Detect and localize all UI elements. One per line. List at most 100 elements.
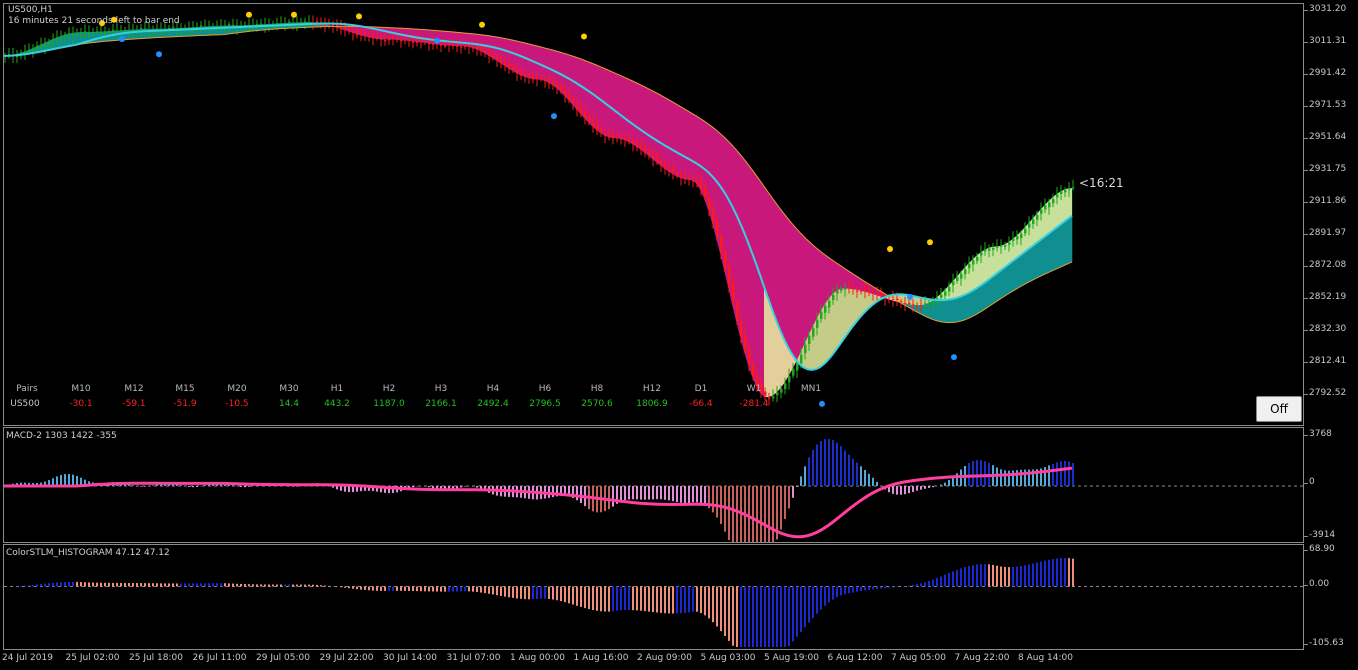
stlm-bar [184,583,186,587]
time-axis[interactable]: 24 Jul 2019 25 Jul 02:00 25 Jul 18:00 26 Ju… [0,650,1358,670]
bear-cloud-segment [759,179,765,398]
stlm-bar [832,586,834,600]
macd-bar [976,460,978,486]
bear-cloud-segment [811,243,817,329]
bear-candle-body [448,44,451,46]
bull-candle-body [1040,209,1043,214]
stlm-bar [836,586,838,598]
stlm-bar [592,586,594,611]
bear-candle-body [868,290,871,292]
stlm-bar [648,586,650,612]
bear-candle-body [352,32,355,34]
stlm-bar [420,586,422,592]
date-tick-label: 7 Aug 05:00 [891,653,946,663]
stlm-bar [608,586,610,612]
stlm-bar [240,583,242,587]
stlm-bar [868,586,870,590]
bull-candle-body [68,33,71,35]
off-button[interactable]: Off [1256,396,1302,422]
macd-bar [660,485,662,500]
price-axis[interactable]: 3031.20 3011.31 2991.42 2971.53 2951.64 2931.… [1303,3,1358,426]
bear-candle-body [388,39,391,41]
stlm-bar [816,586,818,614]
stlm-bar [544,586,546,599]
bear-candle-body [712,209,715,223]
bull-candle-body [44,44,47,47]
bear-candle-body [416,41,419,43]
macd-title: MACD-2 1303 1422 -355 [6,431,117,441]
stlm-bar [536,586,538,600]
tf-header-h3: H3 [434,384,448,394]
macd-pane[interactable]: MACD-2 1303 1422 -355 [3,427,1304,543]
stlm-bar [636,586,638,611]
bull-candle-body [992,248,995,250]
stlm-bar [528,586,530,600]
stlm-axis[interactable]: 68.90 0.00 -105.63 [1303,544,1358,650]
stlm-bar [540,586,542,599]
stlm-bar [276,584,278,587]
macd-bar [1052,463,1054,486]
stlm-bar [484,586,486,594]
macd-bar [860,466,862,486]
stlm-bar [964,567,966,587]
stlm-bar [712,586,714,623]
price-chart-canvas[interactable] [4,4,1304,426]
date-tick-label: 5 Aug 19:00 [764,653,819,663]
bear-candle-body [696,180,699,184]
stlm-bar [792,586,794,642]
bear-candle-body [576,105,579,110]
price-tick-label: 2991.42 [1303,68,1347,78]
macd-bar [640,485,642,500]
stlm-bar [164,583,166,587]
bull-candle-body [80,31,83,33]
macd-bar [64,474,66,486]
macd-bar [684,485,686,504]
macd-bar [580,485,582,504]
bear-candle-body [744,335,747,351]
stlm-bar [984,564,986,587]
macd-bar [728,485,730,541]
macd-bar [552,485,554,498]
price-chart-pane[interactable]: US500,H1 16 minutes 21 seconds left to b… [3,3,1304,426]
macd-bar [872,477,874,486]
bull-candle-body [808,335,811,345]
price-tick-label: 2832.30 [1303,324,1347,334]
price-tick-label: 2931.75 [1303,164,1347,174]
bear-candle-body [704,187,707,197]
macd-bar [920,485,922,490]
bear-candle-body [656,158,659,162]
macd-bar [924,485,926,489]
stlm-bar [244,584,246,587]
bear-candle-body [872,293,875,295]
bull-candle-body [1060,191,1063,194]
macd-bar [748,485,750,542]
stlm-bar [600,586,602,612]
bear-candle-body [376,37,379,39]
stlm-bar [828,586,830,603]
stlm-bar [416,586,418,592]
stlm-pane[interactable]: ColorSTLM_HISTOGRAM 47.12 47.12 [3,544,1304,650]
macd-bar [152,485,154,486]
bull-candle-body [844,288,847,290]
stlm-bar [740,586,742,647]
stlm-bar [428,586,430,592]
bear-candle-body [740,320,743,337]
stlm-bar [960,568,962,587]
stlm-bar [940,576,942,587]
stlm-bar [92,582,94,587]
stlm-bar [232,583,234,587]
stlm-bar [224,583,226,587]
bull-candle-body [824,305,827,313]
bear-candle-body [732,283,735,302]
bear-candle-body [876,293,879,296]
stlm-bar [496,586,498,596]
bear-candle-body [564,91,567,96]
stlm-bar [380,586,382,591]
bear-candle-body [596,125,599,130]
bull-candle-body [100,32,103,34]
stlm-bar [448,586,450,592]
macd-bar [1016,470,1018,486]
macd-axis[interactable]: 3768 0 -3914 [1303,427,1358,543]
stlm-bar [272,584,274,587]
price-tick-label: 2891.97 [1303,228,1347,238]
